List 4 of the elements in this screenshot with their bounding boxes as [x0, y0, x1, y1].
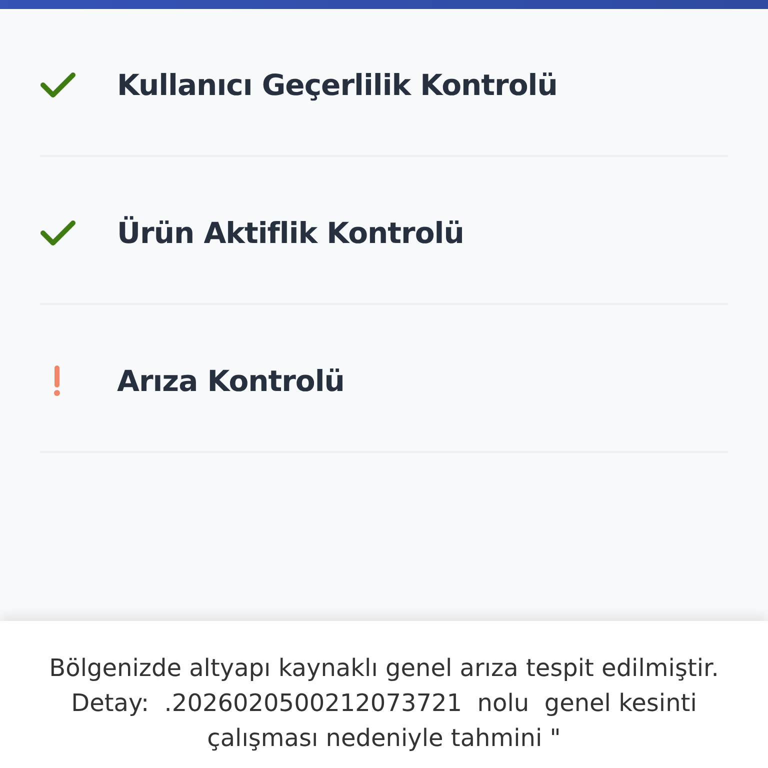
check-label: Kullanıcı Geçerlilik Kontrolü [117, 68, 558, 102]
check-label: Arıza Kontrolü [117, 364, 344, 398]
message-text: Bölgenizde altyapı kaynaklı genel arıza tespit edilmiştir. Detay: .2026020500212073721 nolu genel kesinti çalışması nedeniyle tahmini " [48, 653, 720, 754]
check-label: Ürün Aktiflik Kontrolü [117, 216, 464, 250]
